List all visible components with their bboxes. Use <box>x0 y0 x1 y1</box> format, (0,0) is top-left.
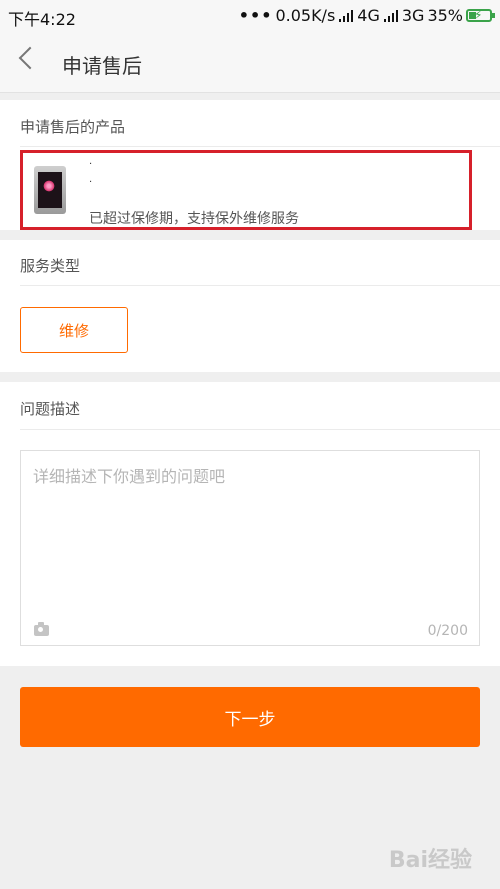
product-name-line2: · <box>89 177 93 188</box>
status-indicators: ••• 0.05K/s 4G 3G 35% ⚡ <box>238 6 495 25</box>
product-name-line1: · <box>89 159 93 170</box>
problem-placeholder: 详细描述下你遇到的问题吧 <box>33 467 226 486</box>
signal-icon <box>338 9 354 22</box>
network-speed: 0.05K/s <box>275 6 336 25</box>
signal-icon-2 <box>383 9 399 22</box>
page-title: 申请售后 <box>62 54 142 78</box>
battery-percent: 35% <box>427 6 463 25</box>
phone-thumbnail-icon <box>34 166 66 214</box>
repair-option-button[interactable]: 维修 <box>20 307 128 353</box>
char-counter: 0/200 <box>427 623 468 639</box>
status-bar: 下午4:22 ••• 0.05K/s 4G 3G 35% ⚡ <box>0 0 500 32</box>
chevron-left-icon[interactable] <box>18 46 42 70</box>
divider <box>20 146 500 147</box>
product-section-label: 申请售后的产品 <box>20 118 126 136</box>
divider <box>20 285 500 286</box>
warranty-note: 已超过保修期，支持保外维修服务 <box>89 211 299 227</box>
network-type-2: 3G <box>401 6 425 25</box>
product-item[interactable]: · · 已超过保修期，支持保外维修服务 <box>20 150 472 230</box>
divider <box>20 429 500 430</box>
next-step-button[interactable]: 下一步 <box>20 687 480 747</box>
watermark-logo: Bai经验 <box>388 848 472 873</box>
battery-icon: ⚡ <box>466 8 495 22</box>
network-type-1: 4G <box>357 6 380 25</box>
camera-icon[interactable] <box>34 622 49 636</box>
nav-bar: 申请售后 <box>0 32 500 93</box>
service-type-label: 服务类型 <box>20 257 81 275</box>
problem-description-input[interactable]: 详细描述下你遇到的问题吧 0/200 <box>20 450 480 646</box>
problem-section-label: 问题描述 <box>20 400 81 418</box>
status-time: 下午4:22 <box>8 10 76 29</box>
notification-dots: ••• <box>238 6 273 25</box>
